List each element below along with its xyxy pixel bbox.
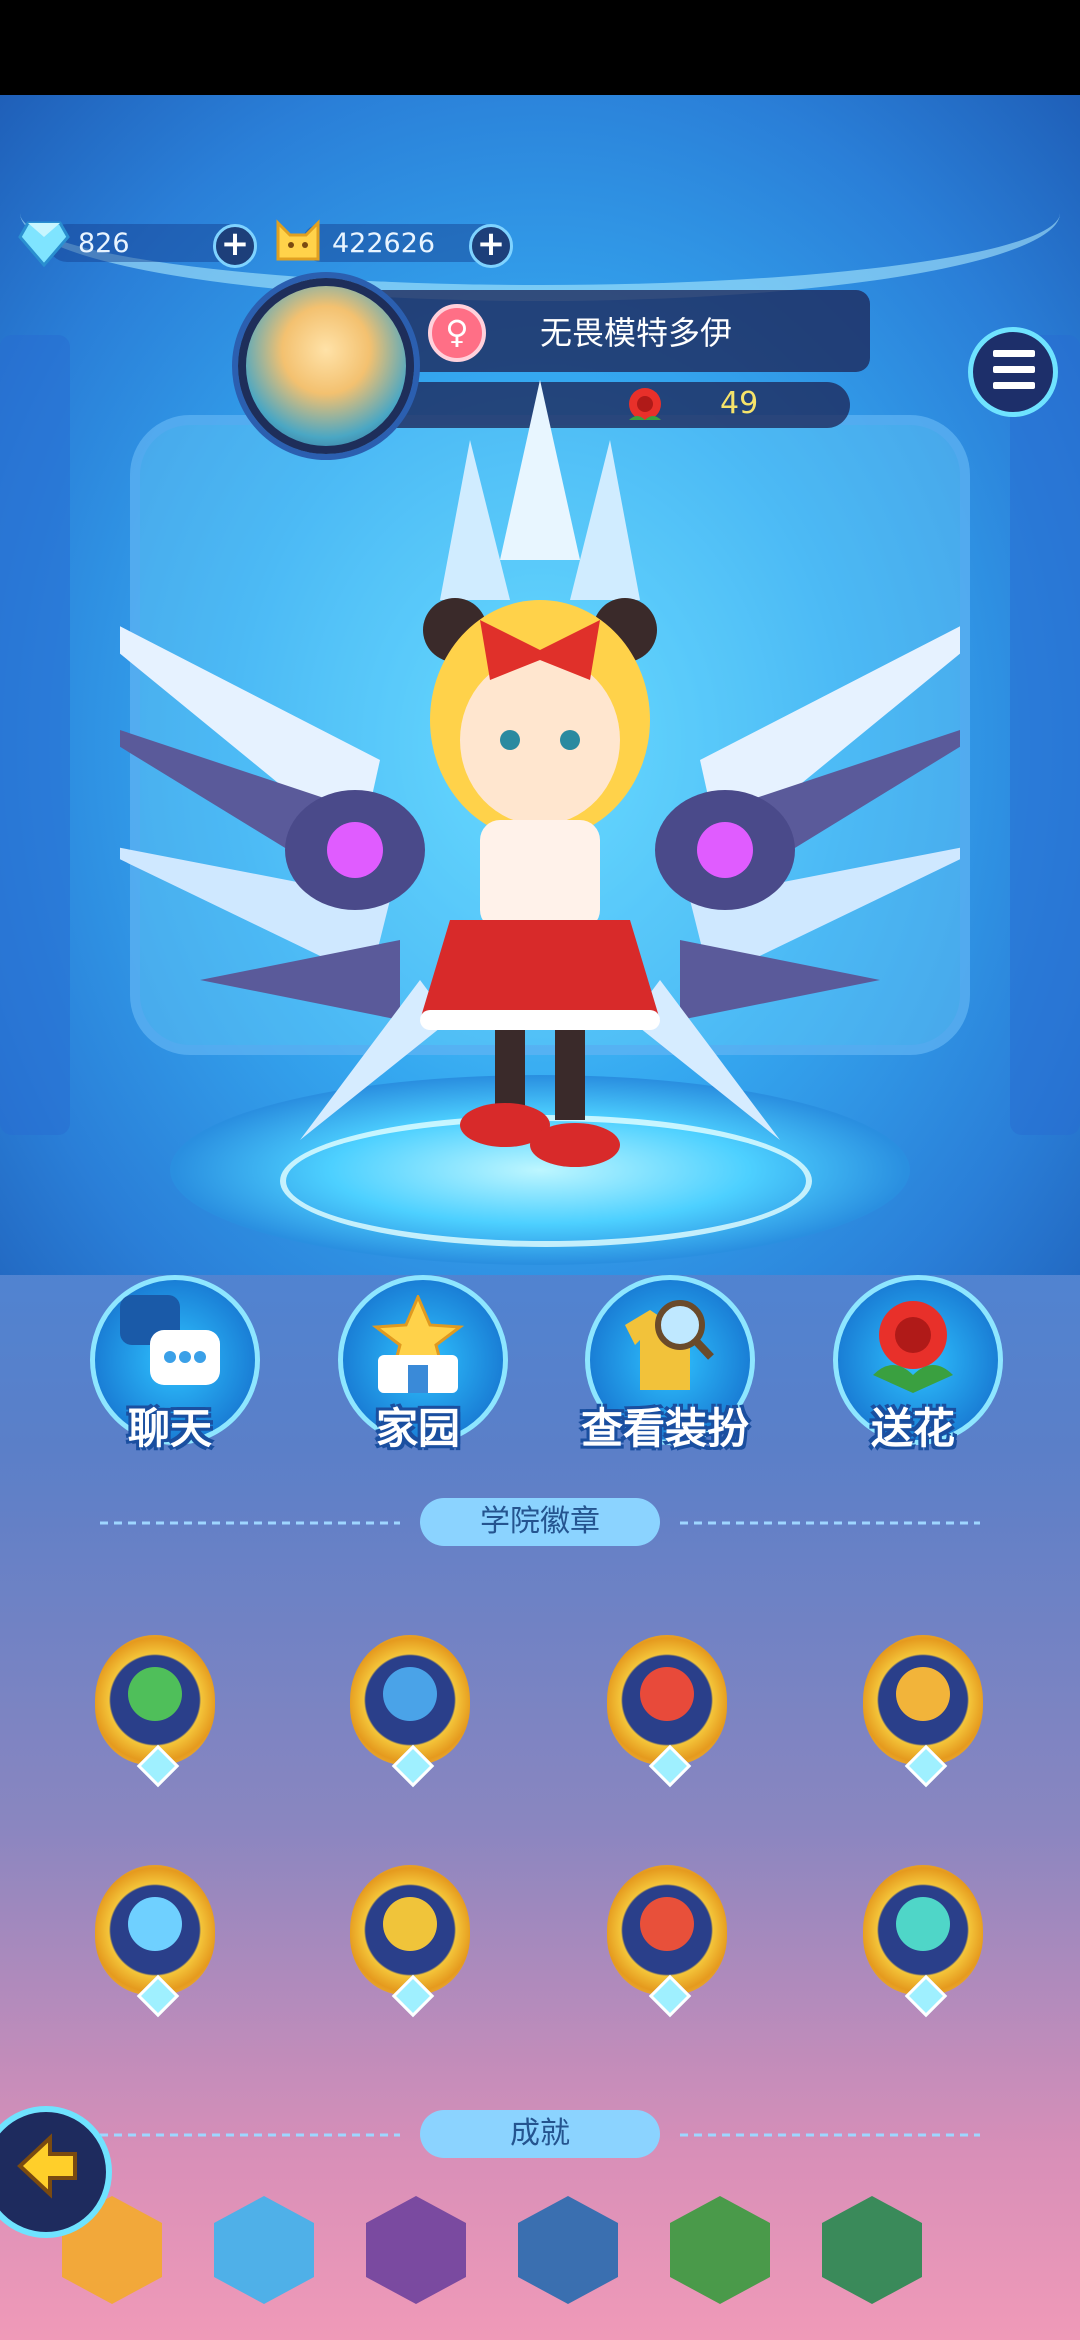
add-coin-button[interactable]: + <box>469 224 513 268</box>
view-outfit-label: 查看装扮 <box>580 1404 749 1453</box>
add-diamond-button[interactable]: + <box>213 224 257 268</box>
badges-header: 学院徽章 <box>0 1498 1080 1548</box>
status-bar <box>0 0 1080 95</box>
header-divider-right <box>680 2133 980 2137</box>
scene-arch <box>20 125 1060 301</box>
thunder-badge[interactable] <box>325 1845 495 2018</box>
bunny-achievement[interactable] <box>670 2196 770 2304</box>
back-button[interactable] <box>0 2106 112 2238</box>
coin-currency: 422626 <box>272 218 502 268</box>
send-flower-button[interactable]: 送花 <box>828 1275 1003 1455</box>
scene-pillar-right <box>1010 335 1080 1135</box>
home-button[interactable]: 家园 <box>333 1275 508 1455</box>
diamond-count: 826 <box>78 227 130 259</box>
scene-pillar-left <box>0 335 70 1135</box>
female-gender-icon: ♀ <box>428 304 486 362</box>
diamond-icon <box>18 221 70 267</box>
badges-title: 学院徽章 <box>420 1498 660 1546</box>
vortex-badge[interactable] <box>325 1615 495 1788</box>
cat-coin-icon <box>276 219 320 261</box>
character-with-wings <box>120 380 960 1167</box>
back-arrow-icon <box>17 2133 77 2199</box>
diamond-currency: 826 <box>18 218 248 268</box>
chat-label: 聊天 <box>127 1404 212 1453</box>
coin-count: 422626 <box>332 227 436 259</box>
outfit-magnifier-icon <box>625 1300 714 1390</box>
wing-badge[interactable] <box>838 1845 1008 2018</box>
star-achievement[interactable] <box>214 2196 314 2304</box>
snowflake-badge[interactable] <box>70 1845 240 2018</box>
home-icon <box>371 1295 465 1393</box>
achievements-title: 成就 <box>420 2110 660 2158</box>
home-label: 家园 <box>375 1404 460 1453</box>
player-name: 无畏模特多伊 <box>540 314 733 352</box>
header-divider-left <box>100 2133 400 2137</box>
sun-badge[interactable] <box>838 1615 1008 1788</box>
header-divider-right <box>680 1521 980 1525</box>
send-flower-label: 送花 <box>870 1404 955 1453</box>
fruit-achievement[interactable] <box>822 2196 922 2304</box>
flame-beast-badge[interactable] <box>582 1845 752 2018</box>
menu-button[interactable] <box>968 327 1058 417</box>
leaf-badge[interactable] <box>70 1615 240 1788</box>
chat-button[interactable]: 聊天 <box>85 1275 260 1455</box>
achievements-header: 成就 <box>0 2110 1080 2160</box>
view-outfit-button[interactable]: 查看装扮 <box>580 1275 755 1455</box>
header-divider-left <box>100 1521 400 1525</box>
fire-badge[interactable] <box>582 1615 752 1788</box>
penguin-achievement[interactable] <box>518 2196 618 2304</box>
dice-achievement[interactable] <box>366 2196 466 2304</box>
chat-icon <box>120 1295 220 1385</box>
rose-icon <box>873 1301 953 1393</box>
